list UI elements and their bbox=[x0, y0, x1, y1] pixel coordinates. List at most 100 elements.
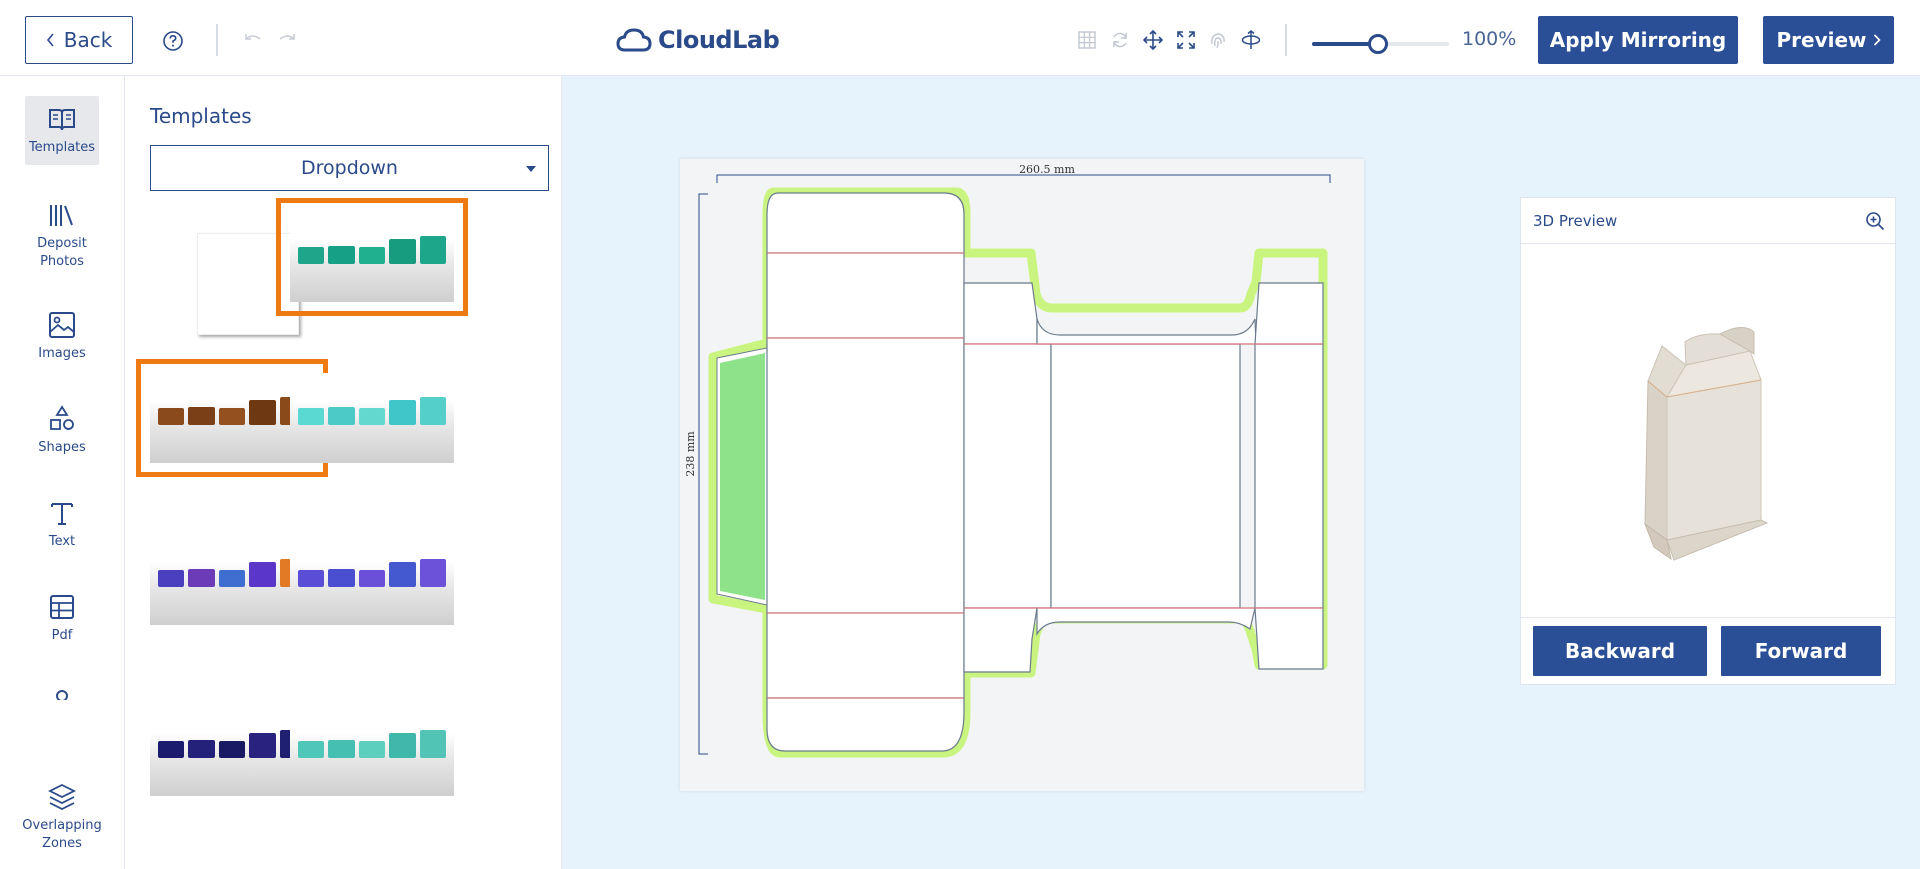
thumbnail-mini-box bbox=[158, 741, 185, 758]
image-icon bbox=[49, 312, 75, 338]
toolbar-divider bbox=[1285, 24, 1287, 56]
layers-icon bbox=[47, 783, 77, 811]
orbit-icon[interactable] bbox=[1241, 30, 1261, 50]
thumbnail-mini-box bbox=[419, 236, 447, 264]
chevron-right-icon bbox=[1873, 34, 1881, 46]
back-button[interactable]: Back bbox=[25, 16, 133, 64]
fingerprint-icon[interactable] bbox=[1208, 30, 1228, 50]
thumbnail-mini-box bbox=[249, 732, 276, 758]
sidebar-item-templates[interactable]: Templates bbox=[25, 96, 99, 165]
thumbnail-mini-box bbox=[188, 740, 215, 758]
thumbnail-mini-box bbox=[328, 569, 355, 587]
backward-button[interactable]: Backward bbox=[1533, 626, 1707, 676]
help-icon[interactable] bbox=[162, 30, 184, 52]
table-icon bbox=[50, 595, 74, 619]
templates-panel: Templates Dropdown bbox=[125, 76, 562, 869]
artboard[interactable]: 260.5 mm 238 mm bbox=[680, 159, 1364, 791]
thumbnail-mini-box bbox=[158, 570, 185, 587]
chevron-left-icon bbox=[46, 33, 54, 47]
sidebar-item-label: Templates bbox=[28, 140, 96, 155]
thumbnail-mini-box bbox=[358, 407, 386, 425]
thumbnail-mini-box bbox=[249, 399, 276, 425]
sidebar-item-overlapping-zones[interactable]: Overlapping Zones bbox=[22, 782, 102, 853]
thumbnail-mini-box bbox=[358, 246, 386, 264]
thumbnail-mini-box bbox=[419, 397, 447, 425]
forward-button[interactable]: Forward bbox=[1721, 626, 1881, 676]
height-dimension-label: 238 mm bbox=[684, 431, 697, 477]
sidebar-item-images[interactable]: Images bbox=[25, 310, 99, 363]
sidebar-item-label: Shapes bbox=[38, 440, 86, 455]
thumbnail-mini-box bbox=[249, 561, 276, 587]
sidebar-item-label: Images bbox=[38, 346, 86, 361]
zoom-slider[interactable] bbox=[1312, 34, 1449, 54]
zoom-percentage: 100% bbox=[1462, 28, 1517, 50]
thumbnail-mini-box bbox=[389, 238, 416, 264]
shapes-icon bbox=[50, 405, 74, 430]
template-thumbnail-blank[interactable] bbox=[197, 233, 299, 335]
thumbnail-mini-box bbox=[389, 399, 416, 425]
thumbnail-box-row bbox=[158, 730, 307, 758]
rotate-icon[interactable] bbox=[1110, 30, 1130, 50]
thumbnail-box-row bbox=[298, 730, 447, 758]
3d-preview-header: 3D Preview bbox=[1521, 198, 1895, 244]
apply-mirroring-button[interactable]: Apply Mirroring bbox=[1538, 16, 1738, 64]
book-open-icon bbox=[49, 109, 75, 131]
thumbnail-mini-box bbox=[188, 407, 215, 425]
user-icon[interactable] bbox=[53, 688, 71, 700]
forward-label: Forward bbox=[1754, 639, 1848, 663]
fit-screen-icon[interactable] bbox=[1176, 30, 1196, 50]
thumbnail-mini-box bbox=[358, 740, 386, 758]
move-icon[interactable] bbox=[1143, 30, 1163, 50]
3d-preview-title: 3D Preview bbox=[1533, 211, 1618, 230]
3d-viewport[interactable] bbox=[1521, 244, 1895, 617]
sidebar-item-label: Text bbox=[48, 534, 76, 549]
thumbnail-mini-box bbox=[188, 569, 215, 587]
backward-label: Backward bbox=[1564, 639, 1676, 663]
thumbnail-box-row bbox=[298, 236, 447, 264]
thumbnail-mini-box bbox=[298, 570, 325, 587]
thumbnail-mini-box bbox=[419, 730, 447, 758]
thumbnail-mini-box bbox=[419, 559, 447, 587]
thumbnail-mini-box bbox=[218, 740, 246, 758]
zoom-slider-handle[interactable] bbox=[1367, 34, 1388, 54]
thumbnail-box-row bbox=[158, 559, 307, 587]
thumbnail-mini-box bbox=[328, 246, 355, 264]
back-label: Back bbox=[63, 28, 113, 52]
cloudlab-logo: CloudLab bbox=[616, 25, 780, 55]
box-dieline[interactable]: 260.5 mm 238 mm bbox=[680, 159, 1364, 791]
thumbnail-mini-box bbox=[298, 741, 325, 758]
grid-icon[interactable] bbox=[1077, 30, 1097, 50]
toolbar-divider bbox=[216, 24, 218, 56]
preview-button[interactable]: Preview bbox=[1763, 16, 1894, 64]
library-icon bbox=[50, 205, 73, 226]
thumbnail-mini-box bbox=[328, 740, 355, 758]
preview-label: Preview bbox=[1776, 28, 1867, 52]
logo-text: CloudLab bbox=[658, 26, 780, 54]
top-toolbar: Back CloudLab 100% Apply Mirroring Previ… bbox=[0, 0, 1920, 76]
left-sidebar: Templates Deposit Photos Images Shapes T… bbox=[0, 76, 125, 869]
redo-icon[interactable] bbox=[275, 30, 297, 50]
sidebar-item-deposit-photos[interactable]: Deposit Photos bbox=[25, 200, 99, 271]
width-dimension-label: 260.5 mm bbox=[1019, 163, 1075, 176]
thumbnail-mini-box bbox=[298, 408, 325, 425]
template-thumbnail-violet[interactable] bbox=[290, 535, 454, 625]
panel-title: Templates bbox=[150, 104, 252, 128]
undo-icon[interactable] bbox=[243, 30, 265, 50]
template-thumbnail-mint[interactable] bbox=[290, 706, 454, 796]
sidebar-item-label: Pdf bbox=[51, 628, 73, 643]
thumbnail-mini-box bbox=[389, 561, 416, 587]
caret-down-icon bbox=[526, 166, 536, 172]
sidebar-item-text[interactable]: Text bbox=[25, 498, 99, 551]
sidebar-item-label: Overlapping Zones bbox=[22, 818, 102, 851]
zoom-in-icon[interactable] bbox=[1865, 211, 1885, 231]
sidebar-item-pdf[interactable]: Pdf bbox=[25, 592, 99, 645]
thumbnail-mini-box bbox=[218, 407, 246, 425]
template-thumbnail-teal[interactable] bbox=[276, 198, 468, 316]
thumbnail-box-row bbox=[298, 397, 447, 425]
cloud-icon bbox=[616, 28, 652, 52]
3d-preview-panel: 3D Preview Backward Forward bbox=[1520, 197, 1896, 685]
template-thumbnail-cyan[interactable] bbox=[290, 373, 454, 463]
thumbnail-mini-box bbox=[328, 407, 355, 425]
template-category-dropdown[interactable]: Dropdown bbox=[150, 145, 549, 191]
sidebar-item-shapes[interactable]: Shapes bbox=[25, 404, 99, 457]
